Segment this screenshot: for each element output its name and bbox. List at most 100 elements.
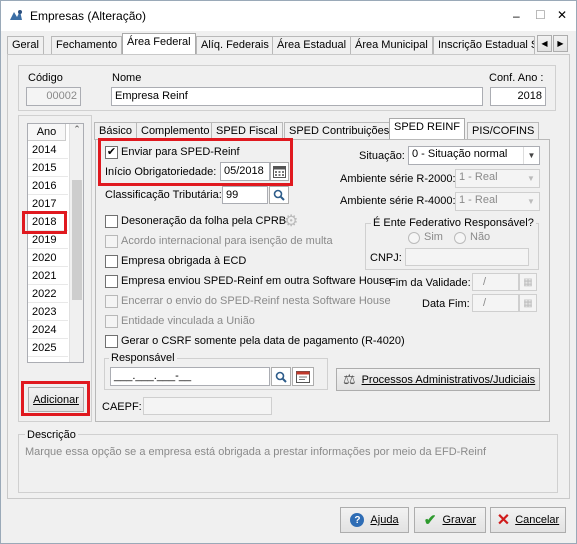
situacao-select[interactable]: 0 - Situação normal ▼ — [408, 146, 540, 165]
data-fim-calendar-button: ▦ — [519, 294, 537, 312]
year-list[interactable]: Ano 2014 2015 2016 2017 2018 2019 2020 2021 2022… — [27, 123, 84, 363]
tab-area-estadual[interactable]: Área Estadual — [272, 36, 352, 54]
cancel-button[interactable]: ✕ Cancelar — [490, 507, 566, 533]
save-label: Gravar — [442, 514, 477, 526]
classificacao-field[interactable]: 99 — [222, 186, 268, 204]
outra-software-label: Empresa enviou SPED-Reinf em outra Softw… — [121, 275, 391, 287]
fim-validade-label: Fim da Validade: — [389, 277, 471, 289]
help-icon: ? — [350, 513, 365, 527]
ambiente-r4000-label: Ambiente série R-4000: — [340, 195, 456, 207]
ambiente-r4000-value: 1 - Real — [459, 194, 498, 206]
nome-field[interactable]: Empresa Reinf — [111, 87, 483, 106]
scroll-thumb[interactable] — [72, 180, 82, 300]
window-title: Empresas (Alteração) — [30, 9, 147, 23]
conf-ano-field: 2018 — [490, 87, 546, 106]
entidade-uniao-label: Entidade vinculada a União — [121, 315, 255, 327]
year-item[interactable]: 2025 — [28, 339, 68, 357]
ambiente-r4000-select: 1 - Real ▼ — [455, 192, 540, 211]
tab-aliq-federais[interactable]: Alíq. Federais — [196, 36, 274, 54]
top-tab-strip: Geral Fechamento Área Federal Alíq. Fede… — [1, 33, 576, 55]
outra-software-checkbox[interactable] — [105, 275, 118, 288]
responsavel-card-button[interactable] — [292, 367, 314, 386]
responsavel-search-button[interactable] — [271, 367, 291, 386]
data-fim-label: Data Fim: — [422, 298, 470, 310]
responsavel-field[interactable]: ___.___.___-__ — [110, 367, 270, 386]
year-item[interactable]: 2022 — [28, 285, 68, 303]
codigo-label: Código — [28, 72, 63, 84]
tab-inscricao-estadual[interactable]: Inscrição Estadual S — [433, 36, 535, 54]
ente-label: É Ente Federativo Responsável? — [371, 217, 536, 229]
cancel-x-icon: ✕ — [496, 512, 511, 529]
add-year-highlight — [21, 381, 90, 416]
year-item[interactable]: 2021 — [28, 267, 68, 285]
tab-scroll-left-button[interactable]: ◀ — [537, 35, 552, 52]
tab-scroll-right-button[interactable]: ▶ — [553, 35, 568, 52]
tab-geral[interactable]: Geral — [7, 36, 44, 54]
minimize-button[interactable]: – — [513, 9, 520, 23]
year-rows: 2014 2015 2016 2017 2018 2019 2020 2021 2022 2023… — [28, 141, 68, 357]
maximize-button[interactable]: ☐ — [535, 8, 546, 22]
subtab-pis-cofins[interactable]: PIS/COFINS — [467, 122, 540, 140]
csrf-label: Gerar o CSRF somente pela data de pagame… — [121, 335, 405, 347]
desoneracao-label: Desoneração da folha pela CPRB — [121, 215, 287, 227]
year-item[interactable]: 2016 — [28, 177, 68, 195]
app-icon — [8, 8, 24, 24]
fim-validade-field: / — [472, 273, 519, 291]
cnpj-field — [405, 248, 529, 266]
save-button[interactable]: ✔ Gravar — [414, 507, 486, 533]
gear-icon[interactable]: ⚙ — [284, 211, 298, 231]
year-item[interactable]: 2014 — [28, 141, 68, 159]
codigo-field: 00002 — [26, 87, 81, 106]
ambiente-r2000-select: 1 - Real ▼ — [455, 169, 540, 188]
ambiente-r2000-label: Ambiente série R-2000: — [340, 173, 456, 185]
descricao-text: Marque essa opção se a empresa está obri… — [25, 446, 487, 458]
sim-radio — [408, 232, 420, 244]
processos-button[interactable]: ⚖ Processos Administrativos/Judiciais — [336, 368, 540, 391]
situacao-label: Situação: — [359, 150, 405, 162]
fim-validade-calendar-button: ▦ — [519, 273, 537, 291]
reinf-highlight — [98, 138, 293, 186]
caepf-label: CAEPF: — [102, 401, 142, 413]
caepf-field — [143, 397, 272, 415]
descricao-group — [18, 434, 558, 493]
tab-fechamento[interactable]: Fechamento — [51, 36, 123, 54]
year-item[interactable]: 2020 — [28, 249, 68, 267]
entidade-uniao-checkbox — [105, 315, 118, 328]
encerrar-label: Encerrar o envio do SPED-Reinf nesta Sof… — [121, 295, 391, 307]
tab-area-municipal[interactable]: Área Municipal — [350, 36, 433, 54]
responsavel-label: Responsável — [109, 352, 177, 364]
nao-label: Não — [470, 231, 491, 243]
search-icon — [275, 371, 287, 383]
sim-label: Sim — [424, 231, 443, 243]
classificacao-search-button[interactable] — [269, 186, 289, 204]
year-item[interactable]: 2015 — [28, 159, 68, 177]
classificacao-label: Classificação Tributária: — [105, 189, 222, 201]
chevron-down-icon: ▼ — [527, 174, 535, 183]
subtab-sped-contribuicoes[interactable]: SPED Contribuições — [284, 122, 395, 140]
check-icon: ✔ — [423, 512, 437, 529]
acordo-label: Acordo internacional para isenção de mul… — [121, 235, 333, 247]
chevron-down-icon[interactable]: ▼ — [523, 147, 539, 164]
close-button[interactable]: ✕ — [557, 8, 567, 22]
subtab-sped-reinf[interactable]: SPED REINF — [389, 118, 466, 139]
ecd-checkbox[interactable] — [105, 255, 118, 268]
help-button[interactable]: ? Ajuda — [340, 507, 409, 533]
search-icon — [273, 189, 285, 201]
help-label: Ajuda — [370, 514, 399, 526]
year-list-scrollbar[interactable]: ⌃ — [69, 124, 83, 362]
scales-icon: ⚖ — [343, 371, 356, 387]
cnpj-label: CNPJ: — [370, 252, 402, 264]
processos-label: Processos Administrativos/Judiciais — [361, 373, 536, 386]
nao-radio — [454, 232, 466, 244]
year-item[interactable]: 2024 — [28, 321, 68, 339]
scroll-up-icon[interactable]: ⌃ — [70, 124, 83, 135]
desoneracao-checkbox[interactable] — [105, 215, 118, 228]
tab-area-federal[interactable]: Área Federal — [122, 33, 196, 54]
encerrar-checkbox — [105, 295, 118, 308]
year-list-header[interactable]: Ano — [28, 124, 66, 141]
year-highlight — [22, 211, 67, 234]
year-item[interactable]: 2023 — [28, 303, 68, 321]
situacao-value: 0 - Situação normal — [412, 148, 508, 160]
id-card-icon — [296, 370, 310, 383]
csrf-checkbox[interactable] — [105, 335, 118, 348]
